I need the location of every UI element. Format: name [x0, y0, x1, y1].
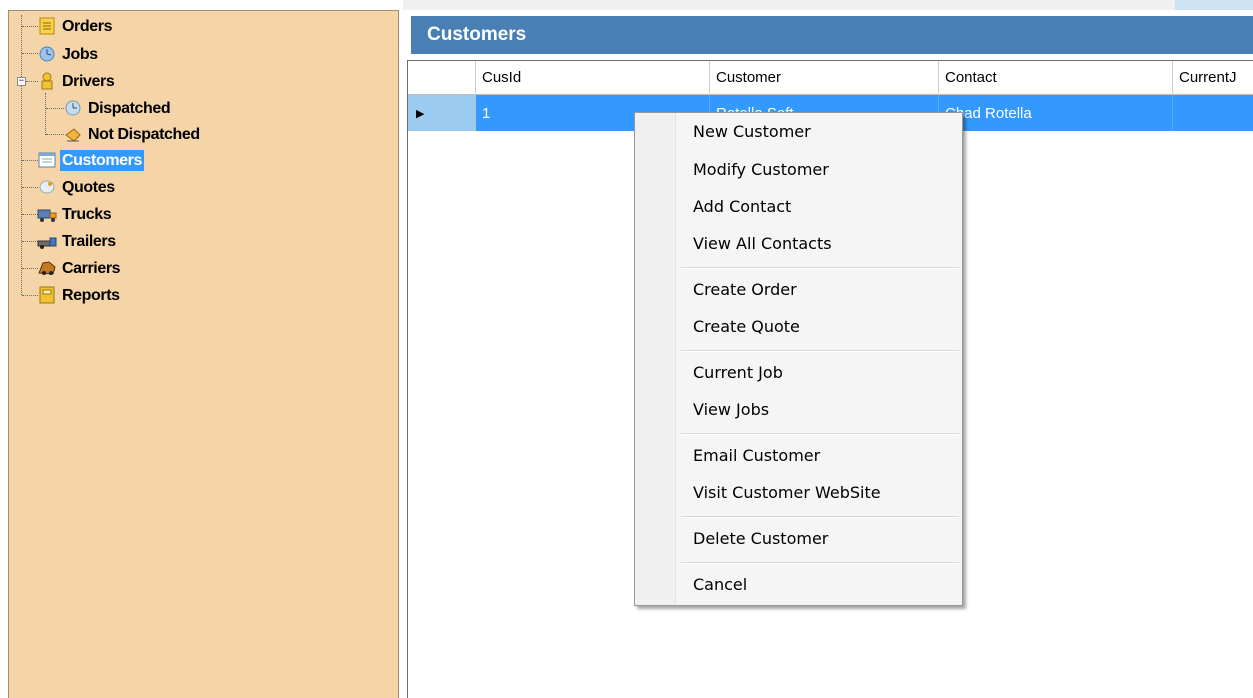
- menu-item-email-customer[interactable]: Email Customer: [693, 444, 953, 468]
- cell-contact[interactable]: Chad Rotella: [939, 95, 1173, 131]
- column-header-currentjob[interactable]: CurrentJ: [1173, 61, 1253, 95]
- tree-line: [22, 268, 38, 269]
- cell-currentjob[interactable]: [1173, 95, 1253, 131]
- menu-separator: [681, 267, 959, 269]
- tree-line: [22, 160, 38, 161]
- tree-item-dispatched[interactable]: Dispatched: [63, 97, 172, 119]
- menu-item-current-job[interactable]: Current Job: [693, 361, 953, 385]
- menu-item-modify-customer[interactable]: Modify Customer: [693, 158, 953, 182]
- tree-line: [22, 241, 38, 242]
- row-selector[interactable]: ▶: [408, 95, 476, 131]
- menu-item-view-jobs[interactable]: View Jobs: [693, 398, 953, 422]
- tree-item-label: Dispatched: [88, 99, 171, 117]
- trucks-icon: [37, 205, 57, 223]
- tree-item-not-dispatched[interactable]: Not Dispatched: [63, 123, 202, 145]
- panel-title: Customers: [427, 24, 527, 45]
- menu-separator: [681, 516, 959, 518]
- tree-line: [21, 15, 22, 295]
- tree-item-jobs[interactable]: Jobs: [37, 43, 100, 65]
- column-header-cusid[interactable]: CusId: [476, 61, 710, 95]
- menu-item-create-order[interactable]: Create Order: [693, 278, 953, 302]
- tree-item-label: Customers: [60, 149, 144, 171]
- tree-line: [22, 187, 38, 188]
- carriers-icon: [37, 259, 57, 277]
- menu-item-add-contact[interactable]: Add Contact: [693, 195, 953, 219]
- tree-line: [22, 295, 38, 296]
- tree-item-customers[interactable]: Customers: [37, 149, 144, 171]
- tree-line: [45, 93, 46, 135]
- not-dispatched-icon: [63, 125, 83, 143]
- jobs-icon: [37, 45, 57, 63]
- customers-icon: [37, 151, 57, 169]
- row-indicator-icon: ▶: [416, 107, 425, 120]
- tree-item-label: Trailers: [62, 232, 116, 250]
- menu-separator: [681, 350, 959, 352]
- tree-item-trailers[interactable]: Trailers: [37, 230, 118, 252]
- context-menu[interactable]: New Customer Modify Customer Add Contact…: [634, 112, 963, 606]
- menu-item-view-all-contacts[interactable]: View All Contacts: [693, 232, 953, 256]
- panel-title-bar: Customers: [411, 16, 1253, 54]
- column-header-customer[interactable]: Customer: [710, 61, 939, 95]
- column-header-contact[interactable]: Contact: [939, 61, 1173, 95]
- menu-item-create-quote[interactable]: Create Quote: [693, 315, 953, 339]
- tree-item-drivers[interactable]: Drivers: [37, 70, 116, 92]
- tree-item-label: Carriers: [62, 259, 121, 277]
- tree-item-label: Reports: [62, 286, 120, 304]
- tree-item-label: Not Dispatched: [88, 125, 200, 143]
- tree-line: [22, 26, 38, 27]
- menu-item-new-customer[interactable]: New Customer: [693, 120, 953, 144]
- tree-item-reports[interactable]: Reports: [37, 284, 122, 306]
- menu-item-cancel[interactable]: Cancel: [693, 573, 953, 597]
- tree-line: [46, 108, 64, 109]
- menu-separator: [681, 433, 959, 435]
- drivers-icon: [37, 72, 57, 90]
- tree-item-label: Orders: [62, 17, 113, 35]
- dispatched-icon: [63, 99, 83, 117]
- orders-icon: [37, 17, 57, 35]
- tree-item-label: Drivers: [62, 72, 115, 90]
- collapse-toggle[interactable]: −: [17, 77, 26, 86]
- tree-item-label: Trucks: [62, 205, 112, 223]
- trailers-icon: [37, 232, 57, 250]
- menu-item-visit-customer-website[interactable]: Visit Customer WebSite: [693, 481, 953, 505]
- reports-icon: [37, 286, 57, 304]
- tree-item-label: Jobs: [62, 45, 98, 63]
- menu-item-delete-customer[interactable]: Delete Customer: [693, 527, 953, 551]
- tree-item-quotes[interactable]: Quotes: [37, 176, 117, 198]
- tree-item-carriers[interactable]: Carriers: [37, 257, 122, 279]
- grid-header-row: CusId Customer Contact CurrentJ: [408, 61, 1253, 95]
- tree-item-label: Quotes: [62, 178, 115, 196]
- tree-line: [22, 214, 38, 215]
- tree-line: [22, 53, 38, 54]
- navigation-tree[interactable]: − Orders Jobs Drivers Dispatched Not Dis…: [8, 10, 399, 698]
- quotes-icon: [37, 178, 57, 196]
- tree-item-trucks[interactable]: Trucks: [37, 203, 113, 225]
- row-header-corner[interactable]: [408, 61, 476, 95]
- toolbar-accent: [1175, 0, 1253, 10]
- top-toolbar-strip: [403, 0, 1253, 10]
- menu-icon-gutter: [635, 113, 676, 605]
- tree-line: [46, 134, 64, 135]
- menu-separator: [681, 562, 959, 564]
- tree-item-orders[interactable]: Orders: [37, 15, 114, 37]
